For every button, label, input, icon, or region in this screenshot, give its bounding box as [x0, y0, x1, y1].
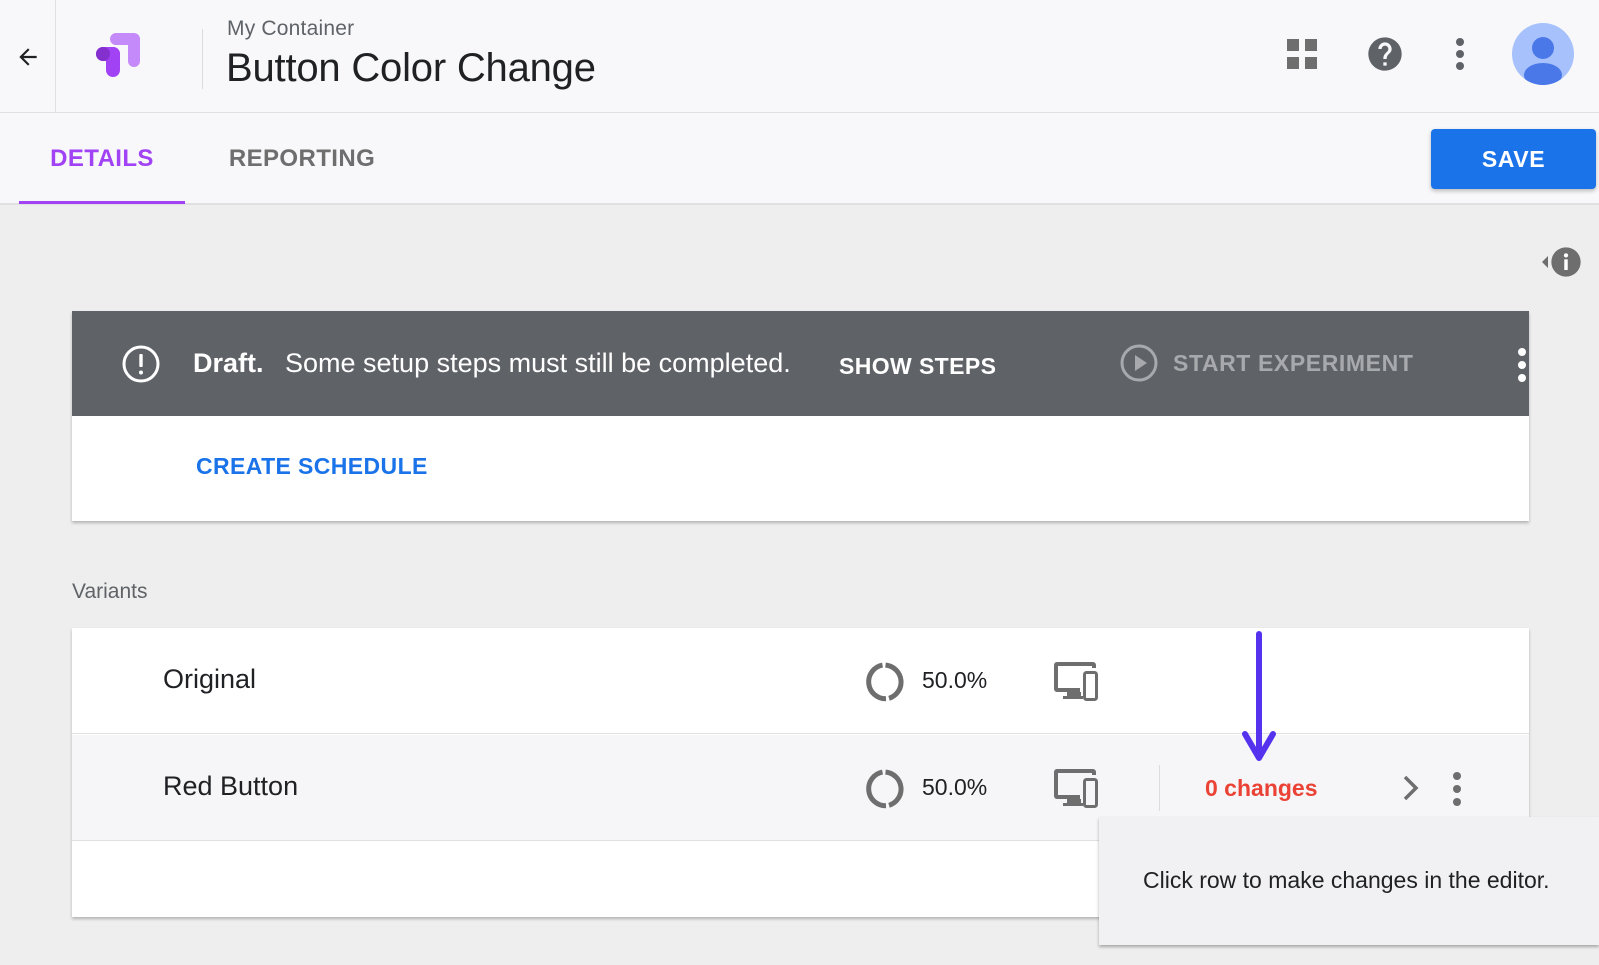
- annotation-arrow-icon: [1242, 631, 1276, 761]
- account-avatar-icon: [1524, 37, 1562, 85]
- optimize-logo-icon: [96, 33, 140, 77]
- devices-icon: [1054, 662, 1098, 701]
- alert-circle-icon: [122, 345, 160, 383]
- arrow-back-icon: [18, 47, 37, 66]
- help-icon: [1368, 37, 1402, 71]
- tooltip: Click row to make changes in the editor.: [1099, 817, 1599, 945]
- more-vert-icon: [1456, 38, 1464, 70]
- devices-icon: [1054, 769, 1098, 808]
- back-button[interactable]: [0, 0, 56, 113]
- more-vert-icon[interactable]: [1514, 345, 1530, 385]
- tab-details[interactable]: DETAILS: [19, 113, 185, 205]
- variant-name: Red Button: [163, 771, 299, 801]
- draft-status-label: Draft.: [193, 348, 264, 378]
- apps-button[interactable]: [1284, 36, 1320, 72]
- more-vert-icon[interactable]: [1449, 769, 1465, 809]
- chevron-left-icon: [1542, 256, 1548, 268]
- weight-donut-icon: [866, 769, 904, 809]
- page-title: Button Color Change: [226, 46, 596, 90]
- apps-grid-icon: [1287, 39, 1317, 69]
- traffic-weight: 50.0%: [922, 774, 988, 800]
- account-avatar[interactable]: [1512, 23, 1574, 85]
- weight-donut-icon: [866, 662, 904, 702]
- changes-count-link[interactable]: 0 changes: [1205, 775, 1318, 802]
- chevron-right-icon[interactable]: [1399, 773, 1423, 803]
- more-options-button[interactable]: [1445, 33, 1475, 75]
- draft-status-card: Draft. Some setup steps must still be co…: [72, 311, 1529, 521]
- tab-bar: DETAILS REPORTING SAVE: [0, 113, 1599, 205]
- info-panel-toggle[interactable]: [1540, 245, 1582, 279]
- variant-row-original[interactable]: Original 50.0%: [72, 628, 1529, 734]
- info-icon: [1551, 247, 1581, 277]
- start-experiment-label: START EXPERIMENT: [1173, 349, 1414, 376]
- tooltip-text: Click row to make changes in the editor.: [1143, 867, 1550, 893]
- tab-reporting[interactable]: REPORTING: [210, 113, 394, 205]
- container-name: My Container: [227, 17, 355, 40]
- start-experiment-button[interactable]: START EXPERIMENT: [1119, 341, 1413, 385]
- app-header: My Container Button Color Change: [0, 0, 1599, 113]
- variants-heading: Variants: [72, 580, 148, 603]
- traffic-weight: 50.0%: [922, 667, 988, 693]
- help-button[interactable]: [1364, 33, 1406, 75]
- draft-message: Some setup steps must still be completed…: [285, 348, 791, 378]
- create-schedule-button[interactable]: CREATE SCHEDULE: [196, 453, 428, 480]
- title-divider: [202, 29, 203, 89]
- variant-name: Original: [163, 664, 257, 694]
- save-button[interactable]: SAVE: [1431, 129, 1596, 189]
- show-steps-button[interactable]: SHOW STEPS: [839, 353, 996, 380]
- draft-banner: Draft. Some setup steps must still be co…: [72, 311, 1529, 416]
- play-circle-icon: [1120, 344, 1158, 382]
- row-divider: [1159, 765, 1160, 811]
